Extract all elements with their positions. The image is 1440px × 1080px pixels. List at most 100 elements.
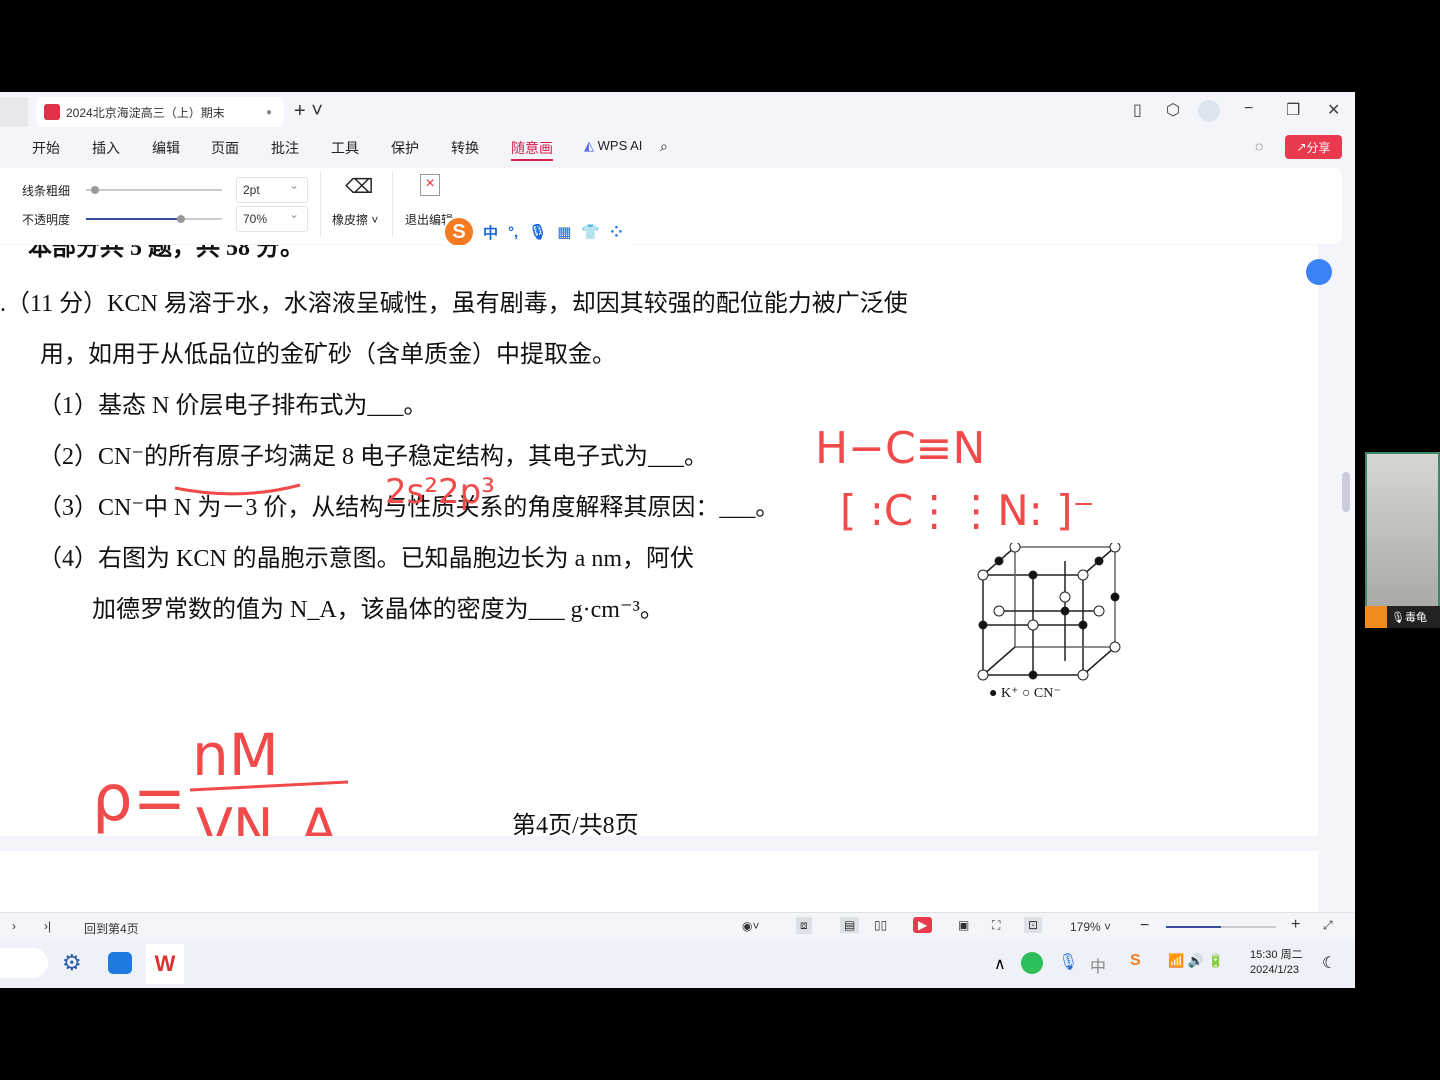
mic-icon[interactable]: 🎙 xyxy=(1058,952,1078,972)
punctuation-icon[interactable]: °, xyxy=(508,224,518,241)
mic-icon[interactable]: 🎙 xyxy=(528,223,547,241)
eraser-button[interactable]: 橡皮擦 ˅ xyxy=(332,211,378,228)
sogou-tray-icon[interactable]: S xyxy=(1130,952,1141,970)
opacity-select[interactable]: 70% xyxy=(236,206,308,232)
line-width-label: 线条粗细 xyxy=(22,184,71,198)
handwritten-rho: ρ= xyxy=(92,762,186,836)
wps-app-icon[interactable]: W xyxy=(146,944,184,984)
eraser-icon[interactable]: ⌫ xyxy=(345,174,373,199)
webcam-feed xyxy=(1365,452,1440,628)
wps-ai-icon: ◭ xyxy=(584,138,594,153)
share-button[interactable]: ↗ 分享 xyxy=(1285,135,1342,159)
new-tab-button[interactable]: + ˅ xyxy=(294,100,323,123)
menu-bar: 开始 插入 编辑 页面 批注 工具 保护 转换 随意画 ◭ WPS AI ⌕ ◌ xyxy=(0,132,1355,162)
wifi-volume-battery-icons[interactable]: 📶 🔊 🔋 xyxy=(1168,953,1224,969)
ime-toolbar: S 中 °, 🎙 ▦ 👕 ⁘ xyxy=(445,218,630,246)
scrollbar[interactable] xyxy=(1342,472,1350,512)
taskbar: ⚙ W ∧ 🎙 中 S 📶 🔊 🔋 15:30 周二 2024/1/23 ☾ xyxy=(0,940,1355,988)
wps-ai-label: WPS AI xyxy=(597,138,643,153)
menu-protect[interactable]: 保护 xyxy=(391,138,419,158)
exit-edit-icon[interactable]: × xyxy=(420,174,440,196)
wechat-icon[interactable] xyxy=(1021,952,1043,974)
user-icon xyxy=(1365,606,1387,628)
search-icon[interactable]: ⌕ xyxy=(660,138,668,155)
handwritten-electron-formula: [ :C⋮⋮N: ]⁻ xyxy=(840,486,1095,535)
underline-stroke xyxy=(174,483,301,496)
next-page-button[interactable]: › xyxy=(12,919,16,933)
menu-insert[interactable]: 插入 xyxy=(92,138,120,158)
meeting-app-icon[interactable] xyxy=(108,952,132,974)
line-width-slider[interactable] xyxy=(86,186,222,194)
clock-time[interactable]: 15:30 周二 xyxy=(1250,946,1303,962)
skin-icon[interactable]: 👕 xyxy=(581,223,600,241)
line-width-select[interactable]: 2pt xyxy=(236,177,308,203)
zoom-out-button[interactable]: − xyxy=(1140,917,1149,935)
cube-icon[interactable]: ⬡ xyxy=(1166,100,1180,120)
status-bar: › ›| 回到第4页 ◉˅ ⧈ ▤ ▯▯ ▶ ▣ ⛶ ⊡ 179% ˅ − + … xyxy=(0,912,1355,940)
menu-annotate[interactable]: 批注 xyxy=(271,138,299,158)
layout-icon[interactable]: ▯ xyxy=(1133,100,1142,120)
pdf-icon xyxy=(44,104,60,120)
handwritten-denominator: VN_A xyxy=(196,797,337,836)
settings-icon[interactable]: ⚙ xyxy=(62,950,82,976)
two-page-icon[interactable]: ▯▯ xyxy=(874,918,887,932)
tray-expand-icon[interactable]: ∧ xyxy=(994,954,1006,974)
play-icon[interactable]: ▶ xyxy=(913,917,933,933)
apps-icon[interactable]: ⁘ xyxy=(610,223,623,241)
share-label: 分享 xyxy=(1306,140,1331,155)
tab-close-icon[interactable]: ● xyxy=(266,107,272,118)
ime-mode[interactable]: 中 xyxy=(483,222,498,243)
fullscreen-icon[interactable]: ⤢ xyxy=(1323,918,1333,933)
continuous-view-icon[interactable]: ⧈ xyxy=(796,917,812,934)
comment-icon[interactable]: ◌ xyxy=(1255,138,1263,154)
actual-size-icon[interactable]: ⊡ xyxy=(1024,917,1043,933)
zoom-select[interactable]: 179% ˅ xyxy=(1070,920,1111,934)
webcam-name: 毒龟 xyxy=(1404,612,1427,624)
fit-page-icon[interactable]: ⛶ xyxy=(992,918,1000,933)
zoom-value: 179% xyxy=(1070,920,1101,934)
webcam-label: 🎙 毒龟 xyxy=(1365,606,1440,628)
menu-freehand[interactable]: 随意画 xyxy=(511,138,553,161)
close-button[interactable]: ✕ xyxy=(1327,100,1340,120)
sogou-icon[interactable]: S xyxy=(445,218,473,246)
goto-page-link[interactable]: 回到第4页 xyxy=(84,920,139,937)
menu-page[interactable]: 页面 xyxy=(211,138,239,158)
zoom-slider[interactable] xyxy=(1166,926,1276,928)
opacity-slider[interactable] xyxy=(86,215,222,223)
tab-title: 2024北京海淀高三（上）期末 xyxy=(66,105,225,120)
single-page-icon[interactable]: ▤ xyxy=(840,917,860,933)
minimize-button[interactable]: − xyxy=(1244,100,1253,118)
search-box[interactable] xyxy=(0,948,48,978)
notification-icon[interactable]: ☾ xyxy=(1322,953,1336,973)
menu-start[interactable]: 开始 xyxy=(32,138,60,158)
fit-width-icon[interactable]: ▣ xyxy=(958,918,969,932)
handwritten-numerator: nM xyxy=(192,721,279,789)
avatar[interactable] xyxy=(1198,100,1220,122)
handwriting-layer: 2s²2p³ H−C≡N [ :C⋮⋮N: ]⁻ ρ= nM VN_A xyxy=(92,423,1095,836)
wps-window: 2024北京海淀高三（上）期末 ● + ˅ ▯ ⬡ − ❐ ✕ 开始 插入 编辑 … xyxy=(0,92,1355,988)
ime-tray-icon[interactable]: 中 xyxy=(1090,953,1106,977)
clock-date[interactable]: 2024/1/23 xyxy=(1250,964,1299,976)
page-footer: 第4页/共8页 xyxy=(512,813,639,836)
eraser-label: 橡皮擦 xyxy=(332,213,369,227)
keyboard-icon[interactable]: ▦ xyxy=(557,223,571,241)
menu-tools[interactable]: 工具 xyxy=(331,138,359,158)
divider xyxy=(392,172,393,236)
assistant-float-icon[interactable] xyxy=(1306,259,1332,285)
handwritten-hcn: H−C≡N xyxy=(815,423,985,474)
document-tab[interactable]: 2024北京海淀高三（上）期末 ● xyxy=(36,97,284,127)
restore-button[interactable]: ❐ xyxy=(1286,100,1300,120)
menu-convert[interactable]: 转换 xyxy=(451,138,479,158)
ribbon: 线条粗细 2pt 不透明度 70% ⌫ 橡皮擦 ˅ × 退出编辑 xyxy=(0,168,1342,244)
document-page: 本部分共 5 题，共 58 分。 .（11 分）KCN 易溶于水，水溶液呈碱性，… xyxy=(0,245,1318,836)
divider xyxy=(320,172,321,236)
home-tab[interactable] xyxy=(0,97,28,127)
zoom-in-button[interactable]: + xyxy=(1291,916,1300,934)
handwritten-config: 2s²2p³ xyxy=(385,472,495,512)
opacity-label: 不透明度 xyxy=(22,213,71,227)
last-page-button[interactable]: ›| xyxy=(44,919,51,933)
eye-icon[interactable]: ◉˅ xyxy=(742,919,759,933)
menu-wps-ai[interactable]: ◭ WPS AI xyxy=(584,138,642,154)
menu-edit[interactable]: 编辑 xyxy=(152,138,180,158)
tab-bar: 2024北京海淀高三（上）期末 ● + ˅ ▯ ⬡ − ❐ ✕ xyxy=(0,92,1355,128)
